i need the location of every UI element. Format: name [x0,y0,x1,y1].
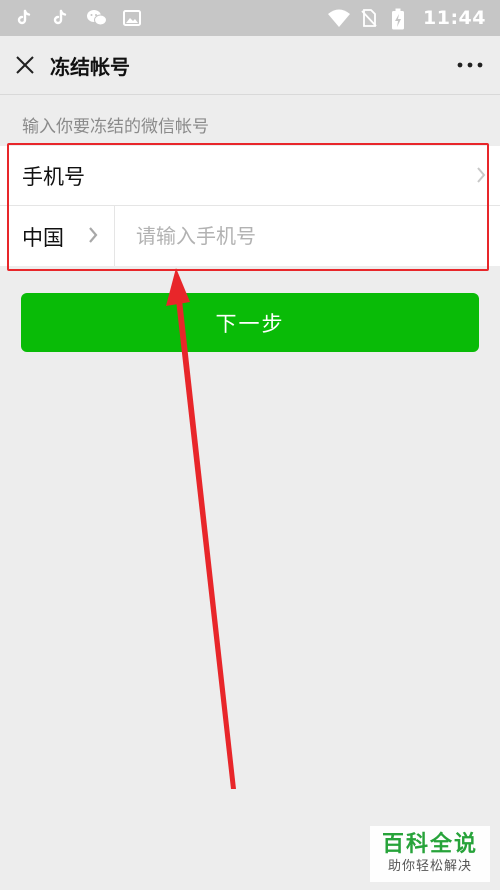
close-icon [16,56,34,74]
phone-type-row[interactable]: 手机号 [0,146,500,206]
phone-input-row: 中国 [0,206,500,266]
page-title: 冻结帐号 [50,54,130,79]
status-left [14,8,142,28]
more-dots-icon [457,62,483,68]
watermark-sub-text: 助你轻松解决 [387,859,472,874]
watermark-main-text: 百科全说 [381,832,478,857]
header: 冻结帐号 [0,36,500,95]
chevron-right-icon [477,167,486,183]
watermark-logo: 百科全说 助你轻松解决 [370,826,490,882]
phone-number-input[interactable] [136,218,476,254]
more-button[interactable] [440,36,500,95]
no-sim-icon [359,8,379,28]
tiktok-icon [14,8,34,28]
next-step-button[interactable]: 下一步 [21,293,479,352]
form-hint: 输入你要冻结的微信帐号 [22,117,209,137]
country-name: 中国 [22,226,64,250]
account-form: 手机号 中国 [0,146,500,266]
status-time: 11:44 [423,7,486,29]
battery-charging-icon [391,8,411,30]
wechat-icon [86,8,107,28]
status-right: 11:44 [327,7,486,30]
wifi-icon [327,8,351,28]
chevron-right-icon [89,227,98,243]
phone-label: 手机号 [22,164,85,189]
country-selector[interactable]: 中国 [0,206,115,266]
tiktok-icon [50,8,70,28]
screen: 11:44 冻结帐号 输入你要冻结的微信帐号 手机号 中国 下一步 [0,0,500,890]
image-icon [122,8,142,28]
close-button[interactable] [0,36,50,95]
status-bar: 11:44 [0,0,500,36]
